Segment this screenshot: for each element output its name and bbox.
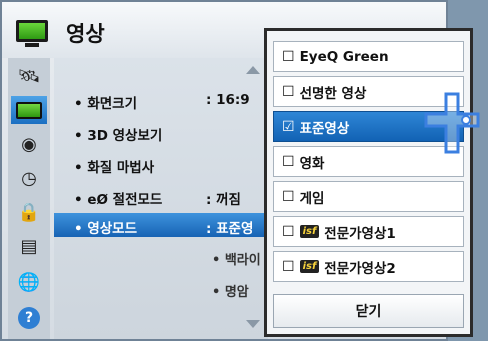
sub-setting-contrast[interactable]: • 명암 (212, 281, 268, 300)
setting-row-aspect-ratio[interactable]: • 화면크기 : 16:9 (54, 88, 268, 112)
option-eyeq-green[interactable]: ☐ EyeQ Green (273, 41, 464, 72)
help-icon[interactable]: ? (11, 304, 47, 332)
lock-icon[interactable]: 🔒 (11, 198, 47, 226)
toolbox-icon[interactable]: ▤ (11, 232, 47, 260)
speaker-icon[interactable]: ◉ (11, 130, 47, 158)
satellite-icon[interactable]: 🛰 (11, 62, 47, 90)
picture-mode-dropdown: ☐ EyeQ Green ☐ 선명한 영상 ☑ 표준영상 ☐ 영화 ☐ 게임 ☐… (264, 28, 473, 337)
tv-picture-icon[interactable] (11, 96, 47, 124)
category-sidebar: 🛰 ◉ ◷ 🔒 ▤ 🌐 ? (8, 58, 50, 339)
setting-row-3d-view[interactable]: • 3D 영상보기 (54, 120, 268, 144)
isf-badge-icon: isf (299, 225, 320, 238)
option-game[interactable]: ☐ 게임 (273, 181, 464, 212)
scroll-down-arrow-icon[interactable] (246, 320, 260, 328)
settings-panel: • 화면크기 : 16:9 • 3D 영상보기 • 화질 마법사 • eØ 절전… (54, 58, 268, 339)
page-title: 영상 (66, 22, 105, 46)
globe-icon[interactable]: 🌐 (11, 268, 47, 296)
close-button[interactable]: 닫기 (273, 294, 464, 328)
setting-row-energy-saving[interactable]: • eØ 절전모드 : 꺼짐 (54, 184, 268, 208)
scroll-up-arrow-icon[interactable] (246, 66, 260, 74)
sub-setting-backlight[interactable]: • 백라이 (212, 249, 268, 268)
isf-badge-icon: isf (299, 260, 320, 273)
setting-row-picture-mode[interactable]: • 영상모드 : 표준영 (54, 213, 268, 237)
clock-icon[interactable]: ◷ (11, 164, 47, 192)
option-expert-1[interactable]: ☐ isf 전문가영상1 (273, 216, 464, 247)
option-expert-2[interactable]: ☐ isf 전문가영상2 (273, 251, 464, 282)
tv-picture-icon (16, 20, 48, 47)
setting-row-picture-wizard[interactable]: • 화질 마법사 (54, 152, 268, 176)
magic-remote-cursor-icon (424, 92, 480, 154)
